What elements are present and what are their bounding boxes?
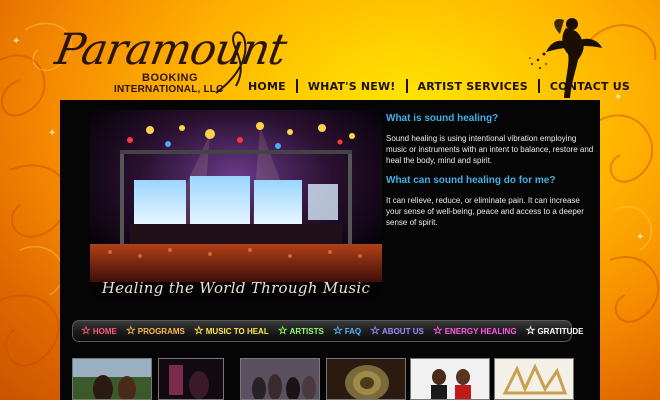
secondary-navigation: ☆ HOME ☆ PROGRAMS ☆ MUSIC TO HEAL ☆ ARTI… xyxy=(72,320,584,342)
subnav-artists-link[interactable]: ☆ ARTISTS xyxy=(277,324,324,337)
subnav-music-to-heal-link[interactable]: ☆ MUSIC TO HEAL xyxy=(193,324,269,337)
subnav-energy-healing-link[interactable]: ☆ ENERGY HEALING xyxy=(432,324,517,337)
subnav-faq-link[interactable]: ☆ FAQ xyxy=(332,324,361,337)
star-icon: ☆ xyxy=(277,324,288,337)
subnav-gratitude-link[interactable]: ☆ GRATITUDE xyxy=(525,324,584,337)
artist-thumbnail[interactable] xyxy=(326,358,406,400)
sparkle-icon: ✦ xyxy=(12,36,21,47)
question-heading: What is sound healing? xyxy=(386,113,499,124)
hero-concert-image: Healing the World Through Music xyxy=(90,110,382,300)
sparkle-icon: ✦ xyxy=(48,128,57,139)
sound-healing-content: What is sound healing? Sound healing is … xyxy=(386,110,594,237)
subnav-about-us-link[interactable]: ☆ ABOUT US xyxy=(370,324,424,337)
answer-paragraph: It can relieve, reduce, or eliminate pai… xyxy=(386,196,584,227)
star-icon: ☆ xyxy=(432,324,443,337)
artist-thumbnail[interactable] xyxy=(72,358,152,400)
site-logo[interactable]: Paramount BOOKING INTERNATIONAL, LLC xyxy=(52,24,290,100)
star-icon: ☆ xyxy=(370,324,381,337)
logo-company-text: INTERNATIONAL, LLC xyxy=(114,84,224,95)
main-panel: Healing the World Through Music What is … xyxy=(60,100,600,400)
subnav-programs-link[interactable]: ☆ PROGRAMS xyxy=(125,324,185,337)
star-icon: ☆ xyxy=(193,324,204,337)
hero-caption: Healing the World Through Music xyxy=(101,279,371,297)
star-icon: ☆ xyxy=(332,324,343,337)
logo-booking-text: BOOKING xyxy=(142,72,199,84)
question-heading: What can sound healing do for me? xyxy=(386,175,556,186)
star-icon: ☆ xyxy=(525,324,536,337)
star-icon: ☆ xyxy=(125,324,136,337)
fairy-silhouette-icon xyxy=(529,18,602,98)
artist-thumbnail[interactable] xyxy=(158,358,224,400)
sparkle-icon: ✦ xyxy=(636,232,645,243)
nav-whats-new-link[interactable]: WHAT'S NEW! xyxy=(298,80,406,93)
artist-thumbnail[interactable] xyxy=(410,358,490,400)
artist-thumbnail[interactable] xyxy=(240,358,320,400)
hero-photo-graphic xyxy=(90,110,382,300)
artist-thumbnail-row xyxy=(72,358,582,400)
answer-paragraph: Sound healing is using intentional vibra… xyxy=(386,134,594,165)
nav-home-link[interactable]: HOME xyxy=(238,80,296,93)
artist-thumbnail[interactable] xyxy=(494,358,574,400)
subnav-home-link[interactable]: ☆ HOME xyxy=(81,324,117,337)
nav-artist-services-link[interactable]: ARTIST SERVICES xyxy=(408,80,538,93)
star-icon: ☆ xyxy=(81,324,91,337)
